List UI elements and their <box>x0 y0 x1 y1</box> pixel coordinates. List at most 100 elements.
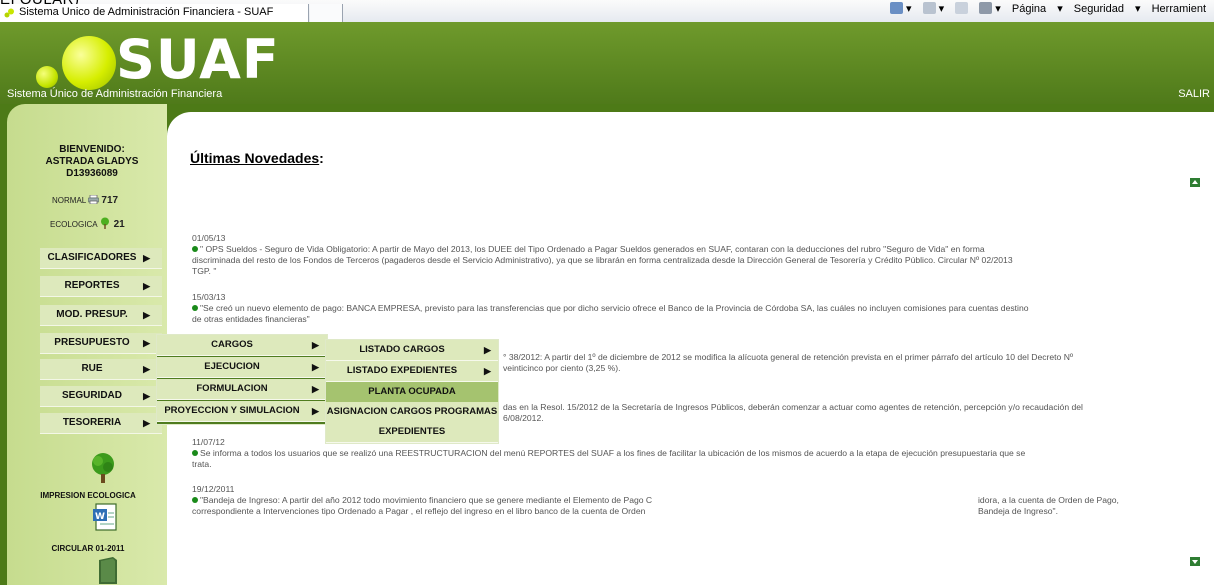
news-text: de otras entidades financieras" <box>192 314 310 324</box>
submenu-cargos[interactable]: CARGOS ▶ <box>157 335 327 356</box>
menu-rue[interactable]: RUE ▶ <box>40 359 162 380</box>
submenu-asignacion-cargos-programas[interactable]: ASIGNACION CARGOS PROGRAMAS <box>326 402 498 423</box>
menu-label: TESORERIA <box>62 417 122 428</box>
news-item-tail: idora, a la cuenta de Orden de Pago, Ban… <box>978 495 1208 517</box>
page-menu[interactable]: Página ▾ <box>1012 2 1063 15</box>
arrow-right-icon: ▶ <box>143 253 150 263</box>
printer-icon <box>88 194 99 205</box>
submenu-label: EXPEDIENTES <box>378 426 446 437</box>
menu-clasificadores[interactable]: CLASIFICADORES ▶ <box>40 248 162 269</box>
home-icon[interactable]: ▾ <box>889 2 911 15</box>
news-text: "Bandeja de Ingreso: A partir del año 20… <box>200 495 653 505</box>
menu-label: REPORTES <box>64 280 120 291</box>
submenu-listado-expedientes[interactable]: LISTADO EXPEDIENTES ▶ <box>326 361 498 382</box>
arrow-right-icon: ▶ <box>484 345 491 355</box>
arrow-right-icon: ▶ <box>312 340 319 350</box>
eco-label: ECOLOGICA <box>50 220 98 229</box>
menu-tesoreria[interactable]: TESORERIA ▶ <box>40 413 162 434</box>
user-name: ASTRADA GLADYS <box>45 156 139 167</box>
logout-link[interactable]: SALIR <box>1178 88 1210 100</box>
app-header: SUAF Sistema Único de Administración Fin… <box>0 22 1214 104</box>
menu-label: SEGURIDAD <box>61 390 122 401</box>
browser-tab[interactable]: Sistema Unico de Administración Financie… <box>0 4 309 22</box>
scroll-down-icon[interactable] <box>1190 557 1200 566</box>
normal-count: 717 <box>101 195 119 206</box>
arrow-right-icon: ▶ <box>143 281 150 291</box>
submenu-expedientes[interactable]: EXPEDIENTES <box>326 422 498 443</box>
eco-print-counter: ECOLOGICA 21 <box>50 217 125 230</box>
arrow-right-icon: ▶ <box>143 364 150 374</box>
new-tab-button[interactable] <box>310 4 343 22</box>
news-text: idora, a la cuenta de Orden de Pago, <box>978 495 1119 505</box>
mail-icon[interactable] <box>955 2 969 15</box>
submenu-proyeccion-simulacion[interactable]: PROYECCION Y SIMULACION ▶ <box>157 401 327 422</box>
cargos-submenu: LISTADO CARGOS ▶ LISTADO EXPEDIENTES ▶ PLA… <box>325 339 499 444</box>
eco-print-label[interactable]: IMPRESION ECOLOGICA <box>6 491 170 500</box>
news-item: das en la Resol. 15/2012 de la Secretarí… <box>503 402 1203 424</box>
menu-label: PRESUPUESTO <box>54 337 130 348</box>
submenu-planta-ocupada[interactable]: PLANTA OCUPADA <box>326 382 498 403</box>
arrow-right-icon: ▶ <box>312 406 319 416</box>
submenu-label: ASIGNACION CARGOS PROGRAMAS <box>326 406 498 417</box>
logo-small-dot <box>36 66 58 88</box>
circular-label[interactable]: CIRCULAR 01-2011 <box>6 544 170 553</box>
eco-print-tree-icon[interactable] <box>88 452 118 486</box>
arrow-right-icon: ▶ <box>143 391 150 401</box>
normal-print-counter: NORMAL 717 <box>52 194 119 206</box>
menu-label: CLASIFICADORES <box>47 252 137 263</box>
welcome-block: BIENVENIDO: ASTRADA GLADYS D13936089 <box>20 144 164 180</box>
arrow-right-icon: ▶ <box>312 362 319 372</box>
page-title-colon: : <box>319 150 324 166</box>
submenu-formulacion[interactable]: FORMULACION ▶ <box>157 379 327 400</box>
command-bar: ▾ ▾ ▾ Página ▾ Seguridad ▾ Herramient <box>889 2 1214 20</box>
submenu-label: LISTADO CARGOS <box>359 344 445 355</box>
tools-menu-label: Herramient <box>1151 3 1206 15</box>
menu-label: RUE <box>81 363 103 374</box>
submenu-label: PLANTA OCUPADA <box>368 386 456 397</box>
arrow-right-icon: ▶ <box>484 366 491 376</box>
page-title: Últimas Novedades: <box>190 150 324 166</box>
favicon-icon <box>4 8 14 18</box>
bullet-icon <box>192 246 198 252</box>
submenu-label: PROYECCION Y SIMULACION <box>164 405 300 416</box>
page-title-text: Últimas Novedades <box>190 150 320 166</box>
bullet-icon <box>192 305 198 311</box>
browser-toolbar: EI QULAR) Sistema Unico de Administració… <box>0 0 1214 23</box>
normal-label: NORMAL <box>52 196 86 205</box>
text-gap <box>752 494 974 520</box>
menu-label: MOD. PRESUP. <box>56 309 128 320</box>
scroll-up-icon[interactable] <box>1190 178 1200 187</box>
menu-seguridad[interactable]: SEGURIDAD ▶ <box>40 386 162 407</box>
arrow-right-icon: ▶ <box>143 310 150 320</box>
news-date: 15/03/13 <box>192 292 226 302</box>
word-document-icon[interactable]: W <box>92 503 118 531</box>
book-icon[interactable] <box>95 556 121 584</box>
app-subtitle: Sistema Único de Administración Financie… <box>7 88 223 100</box>
news-text: "Se creó un nuevo elemento de pago: BANC… <box>200 303 1029 313</box>
print-icon[interactable]: ▾ <box>979 2 1001 15</box>
menu-mod-presup[interactable]: MOD. PRESUP. ▶ <box>40 305 162 326</box>
page-menu-label: Página <box>1011 3 1047 15</box>
presupuesto-submenu: CARGOS ▶ EJECUCION ▶ FORMULACION ▶ PROYECCI… <box>156 334 328 425</box>
menu-reportes[interactable]: REPORTES ▶ <box>40 276 162 297</box>
news-item: ° 38/2012: A partir del 1º de diciembre … <box>503 352 1203 374</box>
submenu-label: FORMULACION <box>196 383 268 394</box>
news-text: trata. <box>192 459 212 469</box>
logo-big-dot <box>62 36 116 90</box>
eco-count: 21 <box>113 219 125 230</box>
eco-tree-icon <box>101 217 110 229</box>
submenu-label: EJECUCION <box>204 361 260 372</box>
news-text: das en la Resol. 15/2012 de la Secretarí… <box>503 402 1083 412</box>
submenu-ejecucion[interactable]: EJECUCION ▶ <box>157 357 327 378</box>
security-menu[interactable]: Seguridad ▾ <box>1074 2 1141 15</box>
news-text: 6/08/2012. <box>503 413 544 423</box>
menu-presupuesto[interactable]: PRESUPUESTO ▶ <box>40 333 162 354</box>
feeds-icon[interactable]: ▾ <box>922 2 944 15</box>
tools-menu[interactable]: Herramient <box>1152 3 1214 15</box>
arrow-right-icon: ▶ <box>143 418 150 428</box>
submenu-listado-cargos[interactable]: LISTADO CARGOS ▶ <box>326 340 498 361</box>
news-text: veinticinco por ciento (3,25 %). <box>503 363 621 373</box>
news-text: " OPS Sueldos - Seguro de Vida Obligator… <box>200 244 985 254</box>
news-date: 01/05/13 <box>192 233 226 243</box>
welcome-label: BIENVENIDO: <box>59 144 125 155</box>
